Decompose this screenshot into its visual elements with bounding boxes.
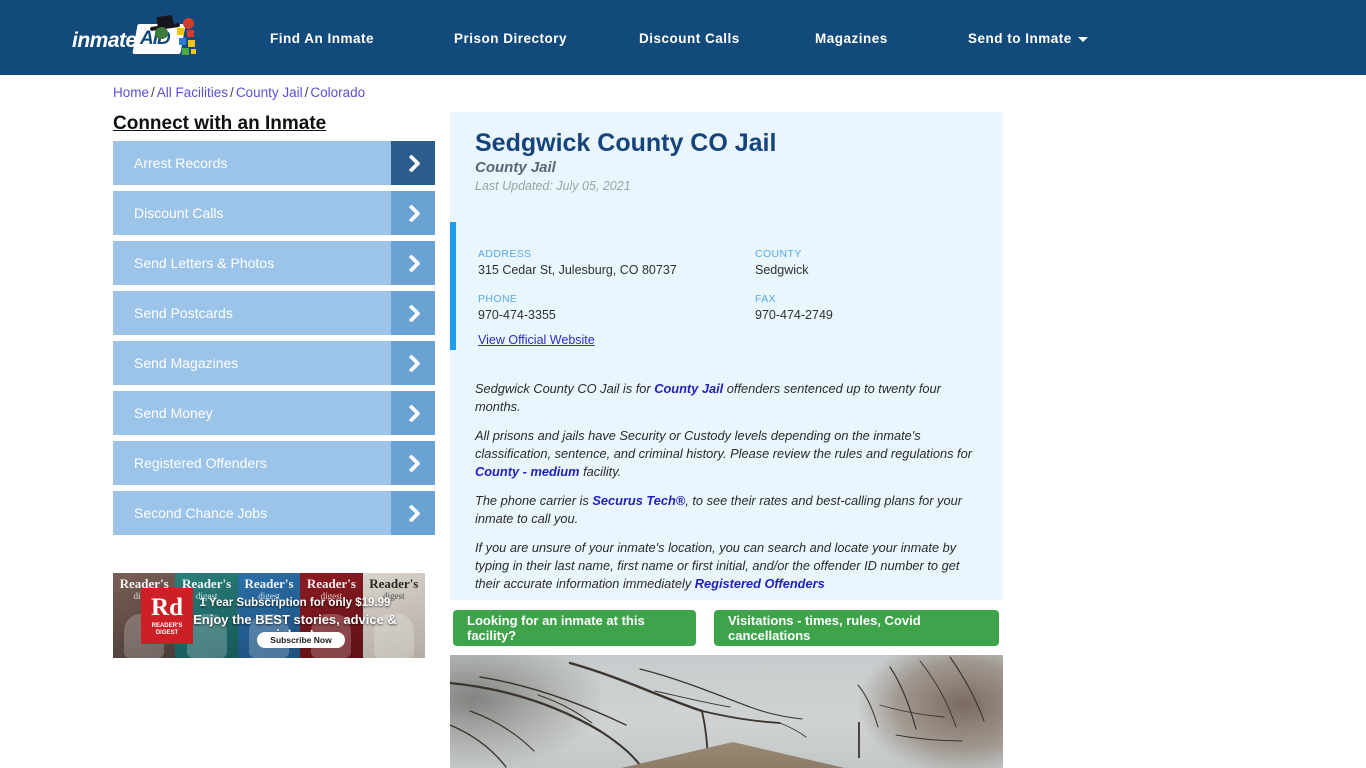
- description-paragraph: All prisons and jails have Security or C…: [475, 427, 983, 481]
- chevron-right-icon: [391, 291, 435, 335]
- chevron-right-icon: [391, 391, 435, 435]
- chevron-right-icon: [391, 341, 435, 385]
- text-run: Sedgwick County CO Jail is for: [475, 381, 655, 396]
- phone-value: 970-474-3355: [478, 308, 556, 322]
- sidebar-item-label: Send Letters & Photos: [134, 255, 275, 271]
- description-paragraph: If you are unsure of your inmate's locat…: [475, 539, 983, 593]
- county-value: Sedgwick: [755, 263, 809, 277]
- phone-label: PHONE: [478, 293, 518, 305]
- sidebar-list: Arrest Records Discount Calls Send Lette…: [113, 141, 435, 541]
- nav-item-magazines[interactable]: Magazines: [815, 31, 888, 46]
- nav-item-send-to-inmate-label: Send to Inmate: [968, 31, 1072, 46]
- breadcrumb-item-county-jail[interactable]: County Jail: [236, 85, 303, 100]
- fax-value: 970-474-2749: [755, 308, 833, 322]
- sidebar-item-label: Send Magazines: [134, 355, 239, 371]
- address-value: 315 Cedar St, Julesburg, CO 80737: [478, 263, 677, 277]
- breadcrumb-item-colorado[interactable]: Colorado: [310, 85, 365, 100]
- page-title: Sedgwick County CO Jail: [475, 129, 777, 157]
- sidebar-item-discount-calls[interactable]: Discount Calls: [113, 191, 435, 235]
- inline-link-registered-offenders[interactable]: Registered Offenders: [695, 576, 825, 591]
- sidebar-item-label: Registered Offenders: [134, 455, 267, 471]
- logo-face-icon: [155, 27, 168, 39]
- text-run: All prisons and jails have Security or C…: [475, 428, 972, 461]
- text-run: The phone carrier is: [475, 493, 593, 508]
- ad-cover-mast: Reader's: [369, 576, 419, 591]
- description-paragraph: The phone carrier is Securus Tech®, to s…: [475, 492, 983, 528]
- inline-link-county-jail[interactable]: County Jail: [654, 381, 723, 396]
- sidebar-item-arrest-records[interactable]: Arrest Records: [113, 141, 435, 185]
- address-label: ADDRESS: [478, 248, 532, 260]
- sidebar-item-send-postcards[interactable]: Send Postcards: [113, 291, 435, 335]
- description-paragraph: Sedgwick County CO Jail is for County Ja…: [475, 380, 983, 416]
- nav-item-send-to-inmate[interactable]: Send to Inmate: [968, 31, 1088, 46]
- breadcrumb-separator: /: [230, 85, 234, 100]
- nav-item-find-an-inmate[interactable]: Find An Inmate: [270, 31, 374, 46]
- nav-item-discount-calls[interactable]: Discount Calls: [639, 31, 740, 46]
- chevron-right-icon: [391, 191, 435, 235]
- site-logo[interactable]: inmate AID: [72, 14, 198, 60]
- facility-info-block: ADDRESS 315 Cedar St, Julesburg, CO 8073…: [450, 222, 1003, 350]
- facility-photo: [450, 655, 1003, 768]
- breadcrumb-separator: /: [304, 85, 309, 100]
- facility-description: Sedgwick County CO Jail is for County Ja…: [475, 380, 983, 604]
- ad-headline: 1 Year Subscription for only $19.99: [199, 597, 391, 609]
- sidebar-ad-banner[interactable]: Reader'sdigest Reader'sdigest Reader'sdi…: [113, 573, 425, 658]
- nav-item-prison-directory[interactable]: Prison Directory: [454, 31, 567, 46]
- sidebar-item-send-letters-photos[interactable]: Send Letters & Photos: [113, 241, 435, 285]
- breadcrumb-separator: /: [151, 85, 155, 100]
- facility-type: County Jail: [475, 159, 556, 176]
- sidebar-item-label: Send Money: [134, 405, 213, 421]
- visitations-button[interactable]: Visitations - times, rules, Covid cancel…: [714, 610, 999, 646]
- sidebar-item-label: Arrest Records: [134, 155, 228, 171]
- ad-cover-mast: Reader's: [306, 576, 356, 591]
- sidebar-item-label: Send Postcards: [134, 305, 233, 321]
- sidebar-item-registered-offenders[interactable]: Registered Offenders: [113, 441, 435, 485]
- sidebar-item-send-magazines[interactable]: Send Magazines: [113, 341, 435, 385]
- last-updated: Last Updated: July 05, 2021: [475, 179, 631, 193]
- county-label: COUNTY: [755, 248, 802, 260]
- sidebar-item-label: Second Chance Jobs: [134, 505, 268, 521]
- chevron-right-icon: [391, 441, 435, 485]
- chevron-right-icon: [391, 241, 435, 285]
- official-website-link[interactable]: View Official Website: [478, 333, 595, 347]
- chevron-right-icon: [391, 491, 435, 535]
- fax-label: FAX: [755, 293, 777, 305]
- accent-bar: [450, 222, 456, 350]
- breadcrumb-item-all-facilities[interactable]: All Facilities: [157, 85, 228, 100]
- ad-cover-mast: Reader's: [244, 576, 294, 591]
- sidebar-item-second-chance-jobs[interactable]: Second Chance Jobs: [113, 491, 435, 535]
- sidebar-item-send-money[interactable]: Send Money: [113, 391, 435, 435]
- facility-panel: Sedgwick County CO Jail County Jail Last…: [450, 112, 1003, 600]
- breadcrumb: Home / All Facilities / County Jail / Colorado: [113, 85, 365, 100]
- logo-confetti-icon: [175, 18, 199, 58]
- breadcrumb-item-home[interactable]: Home: [113, 85, 149, 100]
- chevron-right-icon: [391, 141, 435, 185]
- inline-link-securus-tech[interactable]: Securus Tech®: [592, 493, 685, 508]
- chevron-down-icon: [1077, 36, 1088, 42]
- photo-antenna: [858, 722, 860, 758]
- sidebar-title[interactable]: Connect with an Inmate: [113, 113, 326, 135]
- logo-wordmark: inmate: [72, 29, 137, 52]
- find-inmate-button[interactable]: Looking for an inmate at this facility?: [453, 610, 696, 646]
- sidebar-item-label: Discount Calls: [134, 205, 224, 221]
- site-header: inmate AID Find An Inmate Prison Directo…: [0, 0, 1366, 75]
- text-run: facility.: [579, 464, 622, 479]
- inline-link-county-medium[interactable]: County - medium: [475, 464, 580, 479]
- ad-subscribe-button[interactable]: Subscribe Now: [257, 632, 345, 648]
